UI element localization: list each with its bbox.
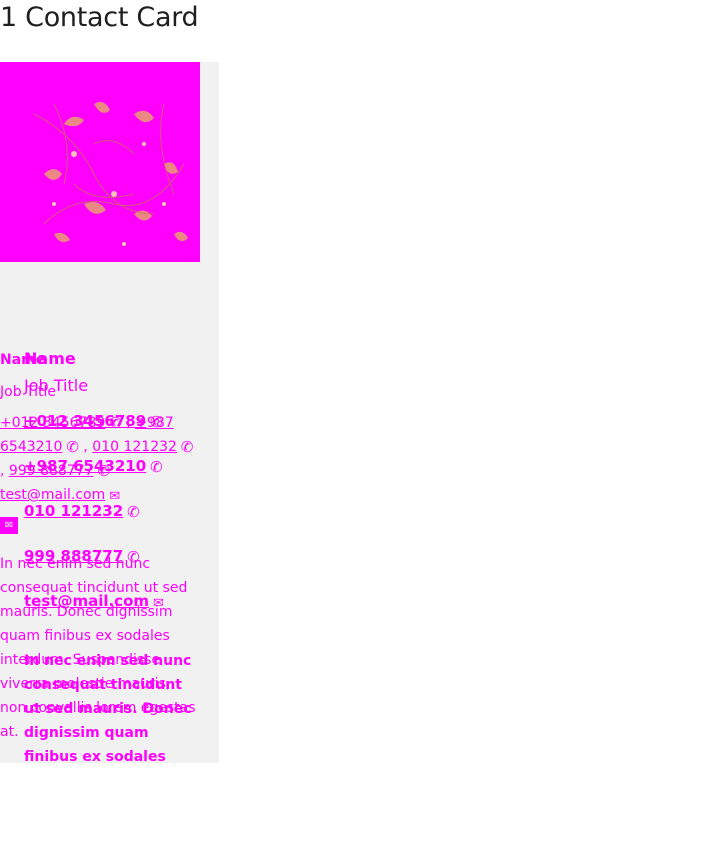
contact-name: Name xyxy=(24,349,76,368)
phone-link[interactable]: +987 6543210 xyxy=(24,457,146,475)
phone-icon: ✆ xyxy=(150,458,163,476)
page-title: 1 Contact Card xyxy=(0,2,199,33)
contact-bio: In nec enim sed nunc consequat tincidunt… xyxy=(24,653,192,763)
contact-job-title: Job Title xyxy=(24,376,89,395)
phone-row: +012 3456789 ✆ xyxy=(24,410,194,433)
phone-icon: ✆ xyxy=(150,413,163,431)
phone-row: 999 888777 ✆ xyxy=(24,545,194,568)
phone-link[interactable]: +012 3456789 xyxy=(24,412,146,430)
mail-icon[interactable]: ✉ xyxy=(0,517,18,534)
email-link[interactable]: test@mail.com xyxy=(24,592,149,610)
mail-icon: ✉ xyxy=(153,596,164,611)
contact-card: Name Job Title +012 3456789 ✆ , +987 6543… xyxy=(0,62,219,763)
contact-photo xyxy=(0,62,200,262)
photo-image xyxy=(33,102,188,246)
phone-link[interactable]: 999 888777 xyxy=(24,547,123,565)
phone-icon: ✆ xyxy=(127,503,140,521)
card-details: Name Job Title +012 3456789 ✆ +987 654321… xyxy=(24,346,194,763)
email-row: test@mail.com ✉ xyxy=(24,590,194,615)
phone-link[interactable]: 010 121232 xyxy=(24,502,123,520)
phone-row: +987 6543210 ✆ xyxy=(24,455,194,478)
phone-icon: ✆ xyxy=(127,548,140,566)
phone-row: 010 121232 ✆ xyxy=(24,500,194,523)
